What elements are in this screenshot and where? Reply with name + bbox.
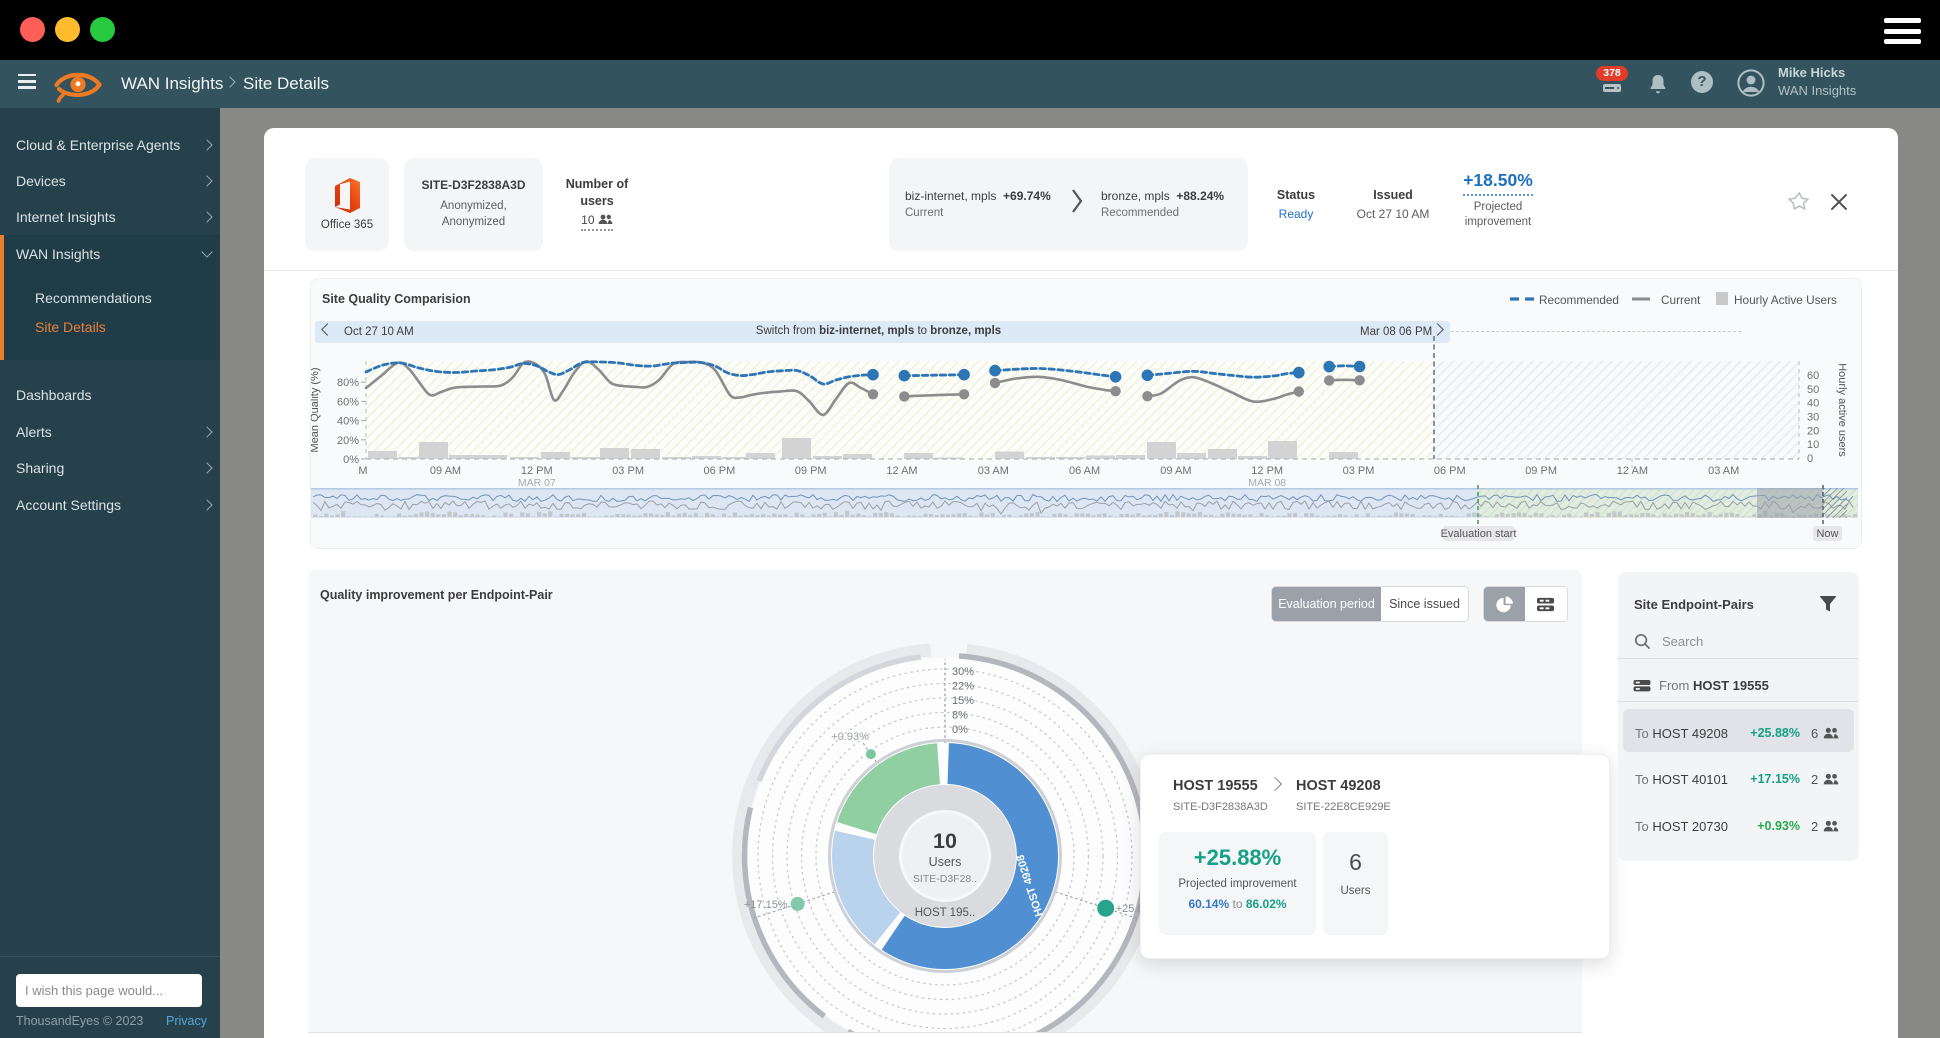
svg-text:10: 10 bbox=[1807, 439, 1819, 451]
svg-text:09 PM: 09 PM bbox=[795, 465, 827, 477]
svg-text:0%: 0% bbox=[952, 724, 968, 736]
svg-text:M: M bbox=[358, 465, 367, 477]
svg-text:06 PM: 06 PM bbox=[704, 465, 736, 477]
svg-text:30: 30 bbox=[1807, 412, 1819, 424]
svg-text:06 AM: 06 AM bbox=[1069, 465, 1100, 477]
svg-text:+17.15%: +17.15% bbox=[744, 899, 788, 911]
svg-text:60%: 60% bbox=[337, 396, 359, 408]
svg-text:0: 0 bbox=[1807, 453, 1813, 465]
svg-text:0%: 0% bbox=[343, 454, 359, 466]
svg-text:80%: 80% bbox=[337, 377, 359, 389]
svg-text:20: 20 bbox=[1807, 425, 1819, 437]
svg-text:22%: 22% bbox=[952, 681, 974, 693]
svg-text:SITE-D3F28..: SITE-D3F28.. bbox=[913, 873, 977, 885]
svg-text:MAR 08: MAR 08 bbox=[1248, 477, 1286, 489]
svg-text:Now: Now bbox=[1816, 528, 1838, 540]
svg-text:12 PM: 12 PM bbox=[521, 465, 553, 477]
svg-text:Mean Quality (%): Mean Quality (%) bbox=[311, 368, 321, 453]
svg-text:20%: 20% bbox=[337, 435, 359, 447]
svg-text:12 PM: 12 PM bbox=[1251, 465, 1283, 477]
svg-text:06 PM: 06 PM bbox=[1434, 465, 1466, 477]
svg-text:03 PM: 03 PM bbox=[1343, 465, 1375, 477]
svg-text:Evaluation start: Evaluation start bbox=[1441, 528, 1517, 540]
svg-text:HOST 195..: HOST 195.. bbox=[915, 907, 976, 919]
svg-text:12 AM: 12 AM bbox=[1617, 465, 1648, 477]
svg-text:MAR 07: MAR 07 bbox=[518, 477, 556, 489]
svg-text:40%: 40% bbox=[337, 416, 359, 428]
svg-text:Users: Users bbox=[929, 855, 962, 869]
svg-text:40: 40 bbox=[1807, 398, 1819, 410]
svg-text:60: 60 bbox=[1807, 370, 1819, 382]
svg-text:09 PM: 09 PM bbox=[1525, 465, 1557, 477]
svg-text:10: 10 bbox=[933, 829, 957, 853]
svg-text:03 AM: 03 AM bbox=[1708, 465, 1739, 477]
svg-text:12 AM: 12 AM bbox=[886, 465, 917, 477]
svg-text:03 PM: 03 PM bbox=[612, 465, 644, 477]
svg-text:03 AM: 03 AM bbox=[978, 465, 1009, 477]
svg-text:+0.93%: +0.93% bbox=[831, 731, 869, 743]
svg-text:30%: 30% bbox=[952, 666, 974, 678]
svg-text:09 AM: 09 AM bbox=[1160, 465, 1191, 477]
svg-text:09 AM: 09 AM bbox=[430, 465, 461, 477]
svg-text:Hourly active users: Hourly active users bbox=[1836, 363, 1848, 457]
svg-text:50: 50 bbox=[1807, 384, 1819, 396]
svg-text:8%: 8% bbox=[952, 710, 968, 722]
svg-text:15%: 15% bbox=[952, 695, 974, 707]
